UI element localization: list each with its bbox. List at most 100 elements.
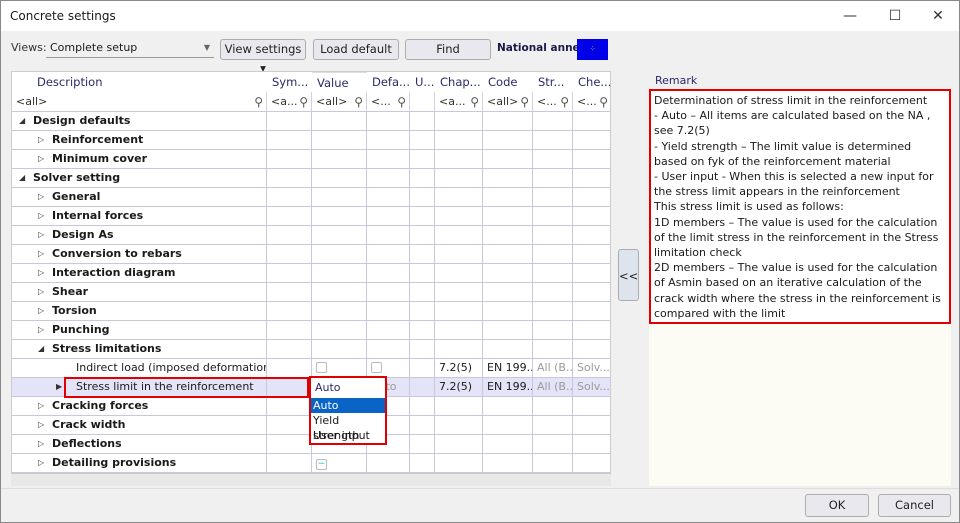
filter-value[interactable]: <all> ⚲	[312, 92, 367, 112]
cell-symbol	[267, 169, 312, 188]
minimize-button[interactable]: —	[835, 5, 865, 27]
checkbox[interactable]	[316, 362, 327, 373]
filter-code[interactable]: <all> ⚲	[483, 92, 533, 112]
expand-icon[interactable]: ▷	[38, 397, 44, 415]
column-header-structure[interactable]: Str...	[533, 72, 573, 92]
expand-icon[interactable]: ▷	[38, 245, 44, 263]
cancel-button[interactable]: Cancel	[878, 494, 951, 517]
table-row[interactable]: ▷ Internal forces	[12, 207, 610, 226]
table-row[interactable]: ▷ Detailing provisions −	[12, 454, 610, 473]
cell-value[interactable]	[312, 340, 367, 359]
table-row[interactable]: ◢ Design defaults	[12, 112, 610, 131]
filter-structure[interactable]: <... ⚲	[533, 92, 573, 112]
minus-icon[interactable]: −	[316, 459, 327, 470]
expand-icon[interactable]: ▷	[38, 416, 44, 434]
table-row[interactable]: ▷ Reinforcement	[12, 131, 610, 150]
cell-value[interactable]: −	[312, 454, 367, 473]
view-settings-button[interactable]: View settings ▾	[220, 39, 306, 75]
dropdown-option[interactable]: User input	[311, 428, 385, 443]
collapse-icon[interactable]: ◢	[19, 169, 25, 187]
table-row[interactable]: ▷ General	[12, 188, 610, 207]
eu-flag-icon[interactable]: ⁘	[577, 39, 608, 60]
search-icon[interactable]: ⚲	[599, 92, 608, 111]
expand-icon[interactable]: ▷	[38, 188, 44, 206]
search-icon[interactable]: ⚲	[560, 92, 569, 111]
row-label: Minimum cover	[52, 152, 148, 165]
row-label: Internal forces	[52, 209, 144, 222]
column-header-default[interactable]: Defa...	[367, 72, 410, 92]
search-icon[interactable]: ⚲	[299, 92, 308, 111]
find-button[interactable]: Find	[405, 39, 491, 60]
search-icon[interactable]: ⚲	[354, 92, 363, 111]
cell-value[interactable]	[312, 207, 367, 226]
expand-icon[interactable]: ▷	[38, 454, 44, 472]
column-header-code[interactable]: Code	[483, 72, 533, 92]
filter-description[interactable]: <all> ⚲	[12, 92, 267, 112]
expand-icon[interactable]: ▶	[56, 378, 62, 396]
cell-description: ◢ Solver setting	[12, 169, 267, 188]
column-header-description[interactable]: Description	[12, 72, 267, 92]
column-header-chapter[interactable]: Chap...	[435, 72, 483, 92]
cell-text: 7.2(5)	[439, 361, 473, 374]
expand-icon[interactable]: ▷	[38, 302, 44, 320]
cell-value[interactable]	[312, 245, 367, 264]
expand-icon[interactable]: ▷	[38, 283, 44, 301]
cell-value[interactable]	[312, 264, 367, 283]
dropdown-option[interactable]: Yield strength	[311, 413, 385, 442]
expand-icon[interactable]: ▷	[38, 435, 44, 453]
table-row[interactable]: ▷ Interaction diagram	[12, 264, 610, 283]
cell-value[interactable]	[312, 283, 367, 302]
expand-icon[interactable]: ▷	[38, 131, 44, 149]
filter-check[interactable]: <... ⚲	[573, 92, 610, 112]
table-row[interactable]: ▷ Torsion	[12, 302, 610, 321]
ok-button[interactable]: OK	[805, 494, 869, 517]
expand-icon[interactable]: ▷	[38, 207, 44, 225]
column-header-symbol[interactable]: Sym...	[267, 72, 312, 92]
table-row[interactable]: ▷ Conversion to rebars	[12, 245, 610, 264]
cell-value[interactable]	[312, 321, 367, 340]
remark-header: Remark	[655, 74, 698, 87]
cell-value[interactable]	[312, 112, 367, 131]
load-default-button[interactable]: Load default	[313, 39, 399, 60]
close-button[interactable]: ✕	[923, 5, 953, 27]
search-icon[interactable]: ⚲	[520, 92, 529, 111]
table-row[interactable]: ▷ Punching	[12, 321, 610, 340]
filter-chapter[interactable]: <a... ⚲	[435, 92, 483, 112]
search-icon[interactable]: ⚲	[397, 92, 406, 111]
filter-default[interactable]: <... ⚲	[367, 92, 410, 112]
column-header-unit[interactable]: U...	[410, 72, 435, 92]
cell-value[interactable]	[312, 131, 367, 150]
collapse-remark-button[interactable]: <<	[618, 249, 639, 301]
maximize-button[interactable]: ☐	[880, 5, 910, 27]
dropdown-current-value[interactable]: Auto	[311, 378, 385, 398]
views-value: Complete setup	[50, 41, 138, 54]
cell-value[interactable]	[312, 302, 367, 321]
table-row[interactable]: ▷ Minimum cover	[12, 150, 610, 169]
value-dropdown-list[interactable]: Auto Auto Yield strength User input	[309, 376, 387, 445]
cell-value[interactable]	[312, 169, 367, 188]
cell-value[interactable]	[312, 150, 367, 169]
cell-value[interactable]	[312, 226, 367, 245]
filter-symbol[interactable]: <a... ⚲	[267, 92, 312, 112]
cell-value[interactable]	[312, 188, 367, 207]
dropdown-option[interactable]: Auto	[311, 398, 385, 413]
search-icon[interactable]: ⚲	[470, 92, 479, 111]
column-header-value[interactable]: Value	[312, 72, 367, 92]
search-icon[interactable]: ⚲	[254, 92, 263, 111]
column-header-check[interactable]: Che...	[573, 72, 610, 92]
table-row[interactable]: ◢ Stress limitations	[12, 340, 610, 359]
expand-icon[interactable]: ▷	[38, 264, 44, 282]
expand-icon[interactable]: ▷	[38, 226, 44, 244]
expand-icon[interactable]: ▷	[38, 150, 44, 168]
cell-text: Solv...	[577, 361, 610, 374]
filter-unit[interactable]	[410, 92, 435, 112]
row-label: Crack width	[52, 418, 126, 431]
checkbox[interactable]	[371, 362, 382, 373]
table-row[interactable]: ◢ Solver setting	[12, 169, 610, 188]
table-row[interactable]: ▷ Design As	[12, 226, 610, 245]
table-row[interactable]: ▷ Shear	[12, 283, 610, 302]
collapse-icon[interactable]: ◢	[19, 112, 25, 130]
expand-icon[interactable]: ▷	[38, 321, 44, 339]
collapse-icon[interactable]: ◢	[38, 340, 44, 358]
views-dropdown[interactable]: Complete setup ▼	[46, 38, 214, 58]
